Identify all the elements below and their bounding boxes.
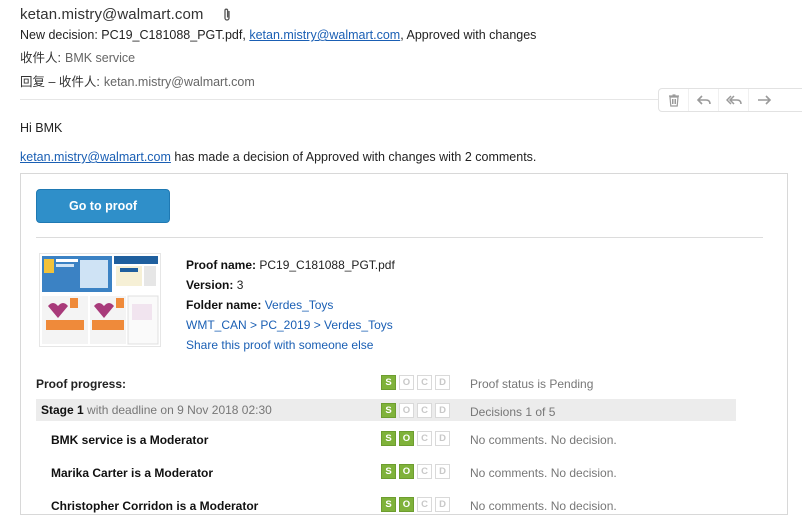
decision-text: has made a decision of Approved with cha… bbox=[170, 150, 537, 164]
badge-s: S bbox=[381, 464, 396, 479]
subject-prefix: New decision: PC19_C181088_PGT.pdf, bbox=[20, 28, 250, 42]
badge-d: D bbox=[435, 464, 450, 479]
version-row: Version: 3 bbox=[186, 275, 395, 295]
reply-to-value[interactable]: ketan.mistry@walmart.com bbox=[104, 75, 255, 89]
folder-path-link[interactable]: WMT_CAN > PC_2019 > Verdes_Toys bbox=[186, 318, 393, 332]
proof-card: Go to proof Proof name: PC19_C181088_PGT… bbox=[20, 173, 788, 515]
proof-name-row: Proof name: PC19_C181088_PGT.pdf bbox=[186, 255, 395, 275]
share-row: Share this proof with someone else bbox=[186, 335, 395, 355]
stage-badges: S O C D bbox=[381, 403, 450, 418]
folder-row: Folder name: Verdes_Toys bbox=[186, 295, 395, 315]
subject-line: New decision: PC19_C181088_PGT.pdf, keta… bbox=[20, 28, 580, 42]
stage-status: Decisions 1 of 5 bbox=[470, 405, 556, 419]
badge-o: O bbox=[399, 464, 414, 479]
forward-icon[interactable] bbox=[748, 89, 778, 111]
badge-o: O bbox=[399, 375, 414, 390]
sender[interactable]: ketan.mistry@walmart.com bbox=[20, 6, 204, 23]
progress-badges: S O C D bbox=[381, 375, 450, 390]
badge-o: O bbox=[399, 403, 414, 418]
to-value[interactable]: BMK service bbox=[65, 51, 135, 65]
moderator-status: No comments. No decision. bbox=[470, 466, 617, 480]
badge-s: S bbox=[381, 403, 396, 418]
to-label: 收件人: bbox=[20, 51, 61, 65]
version-value: 3 bbox=[236, 278, 244, 292]
proof-info: Proof name: PC19_C181088_PGT.pdf Version… bbox=[186, 255, 395, 355]
to-row: 收件人: BMK service bbox=[20, 47, 580, 66]
badge-c: C bbox=[417, 403, 432, 418]
trash-icon[interactable] bbox=[659, 89, 688, 111]
decision-email-link[interactable]: ketan.mistry@walmart.com bbox=[20, 150, 171, 164]
badge-c: C bbox=[417, 375, 432, 390]
moderator-name: Christopher Corridon is a Moderator bbox=[51, 499, 259, 513]
stage-name: Stage 1 bbox=[41, 403, 84, 417]
moderator-badges: S O C D bbox=[381, 431, 450, 446]
reply-to-label: 回复 – 收件人: bbox=[20, 75, 100, 89]
header-divider bbox=[20, 99, 660, 100]
badge-d: D bbox=[435, 375, 450, 390]
moderator-status: No comments. No decision. bbox=[470, 499, 617, 513]
badge-s: S bbox=[381, 375, 396, 390]
moderator-name: BMK service is a Moderator bbox=[51, 433, 209, 447]
attachment-icon[interactable] bbox=[222, 8, 232, 22]
card-divider bbox=[36, 237, 763, 238]
go-to-proof-button[interactable]: Go to proof bbox=[36, 189, 170, 223]
subject-suffix: , Approved with changes bbox=[400, 28, 537, 42]
reply-all-icon[interactable] bbox=[718, 89, 748, 111]
badge-d: D bbox=[435, 431, 450, 446]
decision-line: ketan.mistry@walmart.com has made a deci… bbox=[20, 150, 536, 164]
reply-icon[interactable] bbox=[688, 89, 718, 111]
badge-c: C bbox=[417, 464, 432, 479]
proof-name-label: Proof name: bbox=[186, 258, 257, 272]
reply-to-row: 回复 – 收件人: ketan.mistry@walmart.com bbox=[20, 71, 580, 90]
stage-title: Stage 1 with deadline on 9 Nov 2018 02:3… bbox=[41, 403, 272, 417]
version-label: Version: bbox=[186, 278, 234, 292]
proof-status: Proof status is Pending bbox=[470, 377, 594, 391]
badge-d: D bbox=[435, 403, 450, 418]
moderator-name: Marika Carter is a Moderator bbox=[51, 466, 214, 480]
proof-progress-label: Proof progress: bbox=[36, 377, 127, 391]
folder-link[interactable]: Verdes_Toys bbox=[265, 298, 334, 312]
moderator-status: No comments. No decision. bbox=[470, 433, 617, 447]
message-actions bbox=[658, 88, 802, 112]
folder-label: Folder name: bbox=[186, 298, 262, 312]
greeting: Hi BMK bbox=[20, 121, 63, 135]
email-header: ketan.mistry@walmart.com New decision: P… bbox=[20, 6, 580, 90]
stage-deadline: with deadline on 9 Nov 2018 02:30 bbox=[83, 403, 272, 417]
share-proof-link[interactable]: Share this proof with someone else bbox=[186, 338, 373, 352]
badge-o: O bbox=[399, 431, 414, 446]
proof-name-value: PC19_C181088_PGT.pdf bbox=[259, 258, 395, 272]
folder-path-row: WMT_CAN > PC_2019 > Verdes_Toys bbox=[186, 315, 395, 335]
badge-s: S bbox=[381, 431, 396, 446]
moderator-badges: S O C D bbox=[381, 464, 450, 479]
badge-c: C bbox=[417, 431, 432, 446]
proof-thumbnail[interactable] bbox=[39, 253, 161, 347]
subject-email-link[interactable]: ketan.mistry@walmart.com bbox=[249, 28, 400, 42]
